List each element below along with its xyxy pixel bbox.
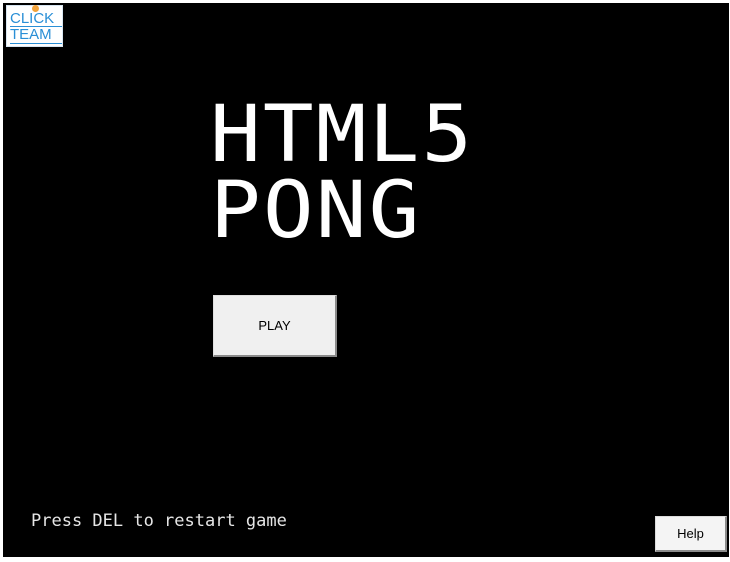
- logo-text-line-1: CLICK: [10, 10, 55, 27]
- game-frame: CLICK TEAM HTML5 PONG PLAY Press DEL to …: [0, 0, 730, 562]
- game-title-line-1: HTML5: [210, 90, 475, 180]
- game-title: HTML5 PONG: [210, 90, 475, 256]
- play-button[interactable]: PLAY: [213, 295, 337, 357]
- canvas-top-gap: [641, 0, 730, 3]
- logo-text-line-2: TEAM: [10, 26, 52, 43]
- restart-hint: Press DEL to restart game: [31, 511, 287, 531]
- game-canvas[interactable]: [3, 3, 729, 557]
- game-title-line-2: PONG: [210, 166, 422, 256]
- help-button[interactable]: Help: [655, 516, 727, 552]
- logo-divider: [10, 43, 62, 44]
- clickteam-logo: CLICK TEAM: [6, 5, 63, 47]
